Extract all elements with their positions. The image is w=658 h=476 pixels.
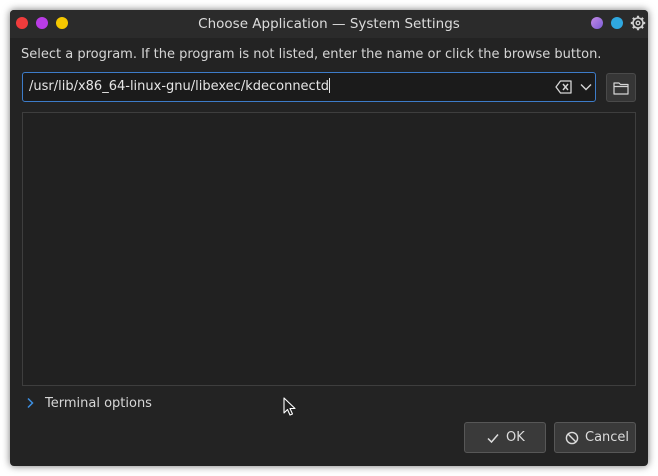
title-bar: Choose Application — System Settings	[10, 10, 648, 38]
cancel-icon	[565, 431, 579, 445]
cancel-button[interactable]: Cancel	[554, 422, 636, 453]
terminal-options-label: Terminal options	[45, 396, 152, 411]
ok-button[interactable]: OK	[464, 422, 546, 453]
instruction-text: Select a program. If the program is not …	[21, 47, 602, 62]
chevron-down-icon[interactable]	[579, 80, 593, 94]
text-caret	[329, 78, 331, 93]
gear-icon[interactable]	[630, 15, 646, 31]
application-list[interactable]	[22, 112, 636, 386]
checkmark-icon	[487, 434, 499, 444]
window-title: Choose Application — System Settings	[198, 16, 460, 32]
clear-text-icon[interactable]	[555, 79, 573, 95]
folder-icon	[613, 82, 629, 95]
program-path-value: /usr/lib/x86_64-linux-gnu/libexec/kdecon…	[29, 79, 330, 94]
browse-button[interactable]	[606, 73, 636, 102]
ok-label: OK	[506, 430, 525, 445]
window-menu-icon[interactable]	[611, 17, 623, 29]
mouse-cursor-icon	[283, 397, 296, 416]
dialog-window: Choose Application — System Settings Sel…	[10, 10, 648, 466]
cancel-label: Cancel	[585, 430, 630, 445]
keep-above-icon[interactable]	[591, 17, 603, 29]
program-path-input[interactable]: /usr/lib/x86_64-linux-gnu/libexec/kdecon…	[22, 72, 596, 102]
chevron-right-icon	[27, 397, 34, 409]
